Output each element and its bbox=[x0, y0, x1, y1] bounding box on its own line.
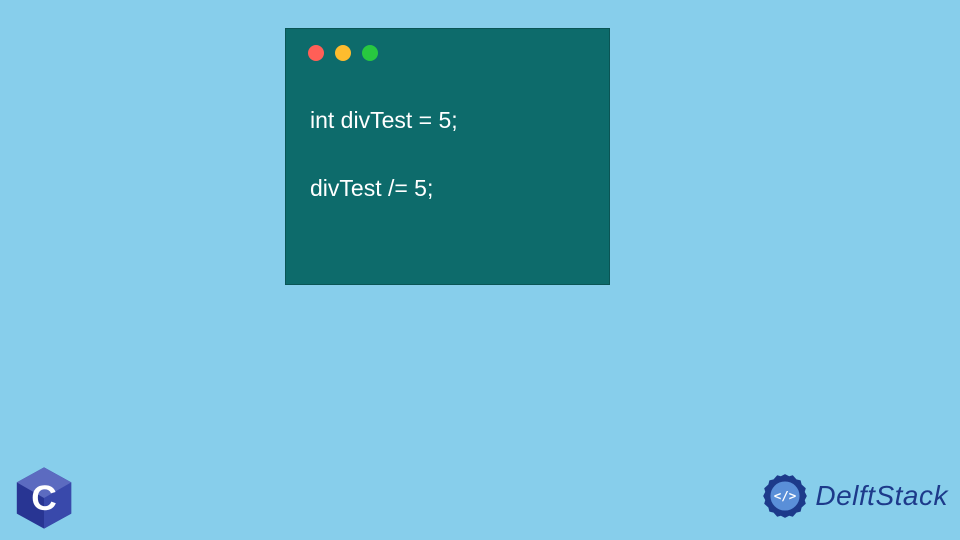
code-window: int divTest = 5; divTest /= 5; bbox=[285, 28, 610, 285]
code-line-1: int divTest = 5; bbox=[310, 104, 589, 136]
maximize-icon bbox=[362, 45, 378, 61]
minimize-icon bbox=[335, 45, 351, 61]
svg-text:</>: </> bbox=[774, 488, 797, 503]
svg-text:C: C bbox=[31, 479, 57, 518]
code-line-2: divTest /= 5; bbox=[310, 172, 589, 204]
delftstack-logo: </> DelftStack bbox=[759, 470, 948, 522]
window-traffic-lights bbox=[308, 45, 378, 61]
brand-name: DelftStack bbox=[815, 480, 948, 512]
c-language-logo-icon: C bbox=[10, 464, 78, 532]
delftstack-gear-icon: </> bbox=[759, 470, 811, 522]
close-icon bbox=[308, 45, 324, 61]
code-content: int divTest = 5; divTest /= 5; bbox=[310, 104, 589, 240]
hexagon-c-icon: C bbox=[10, 464, 78, 532]
